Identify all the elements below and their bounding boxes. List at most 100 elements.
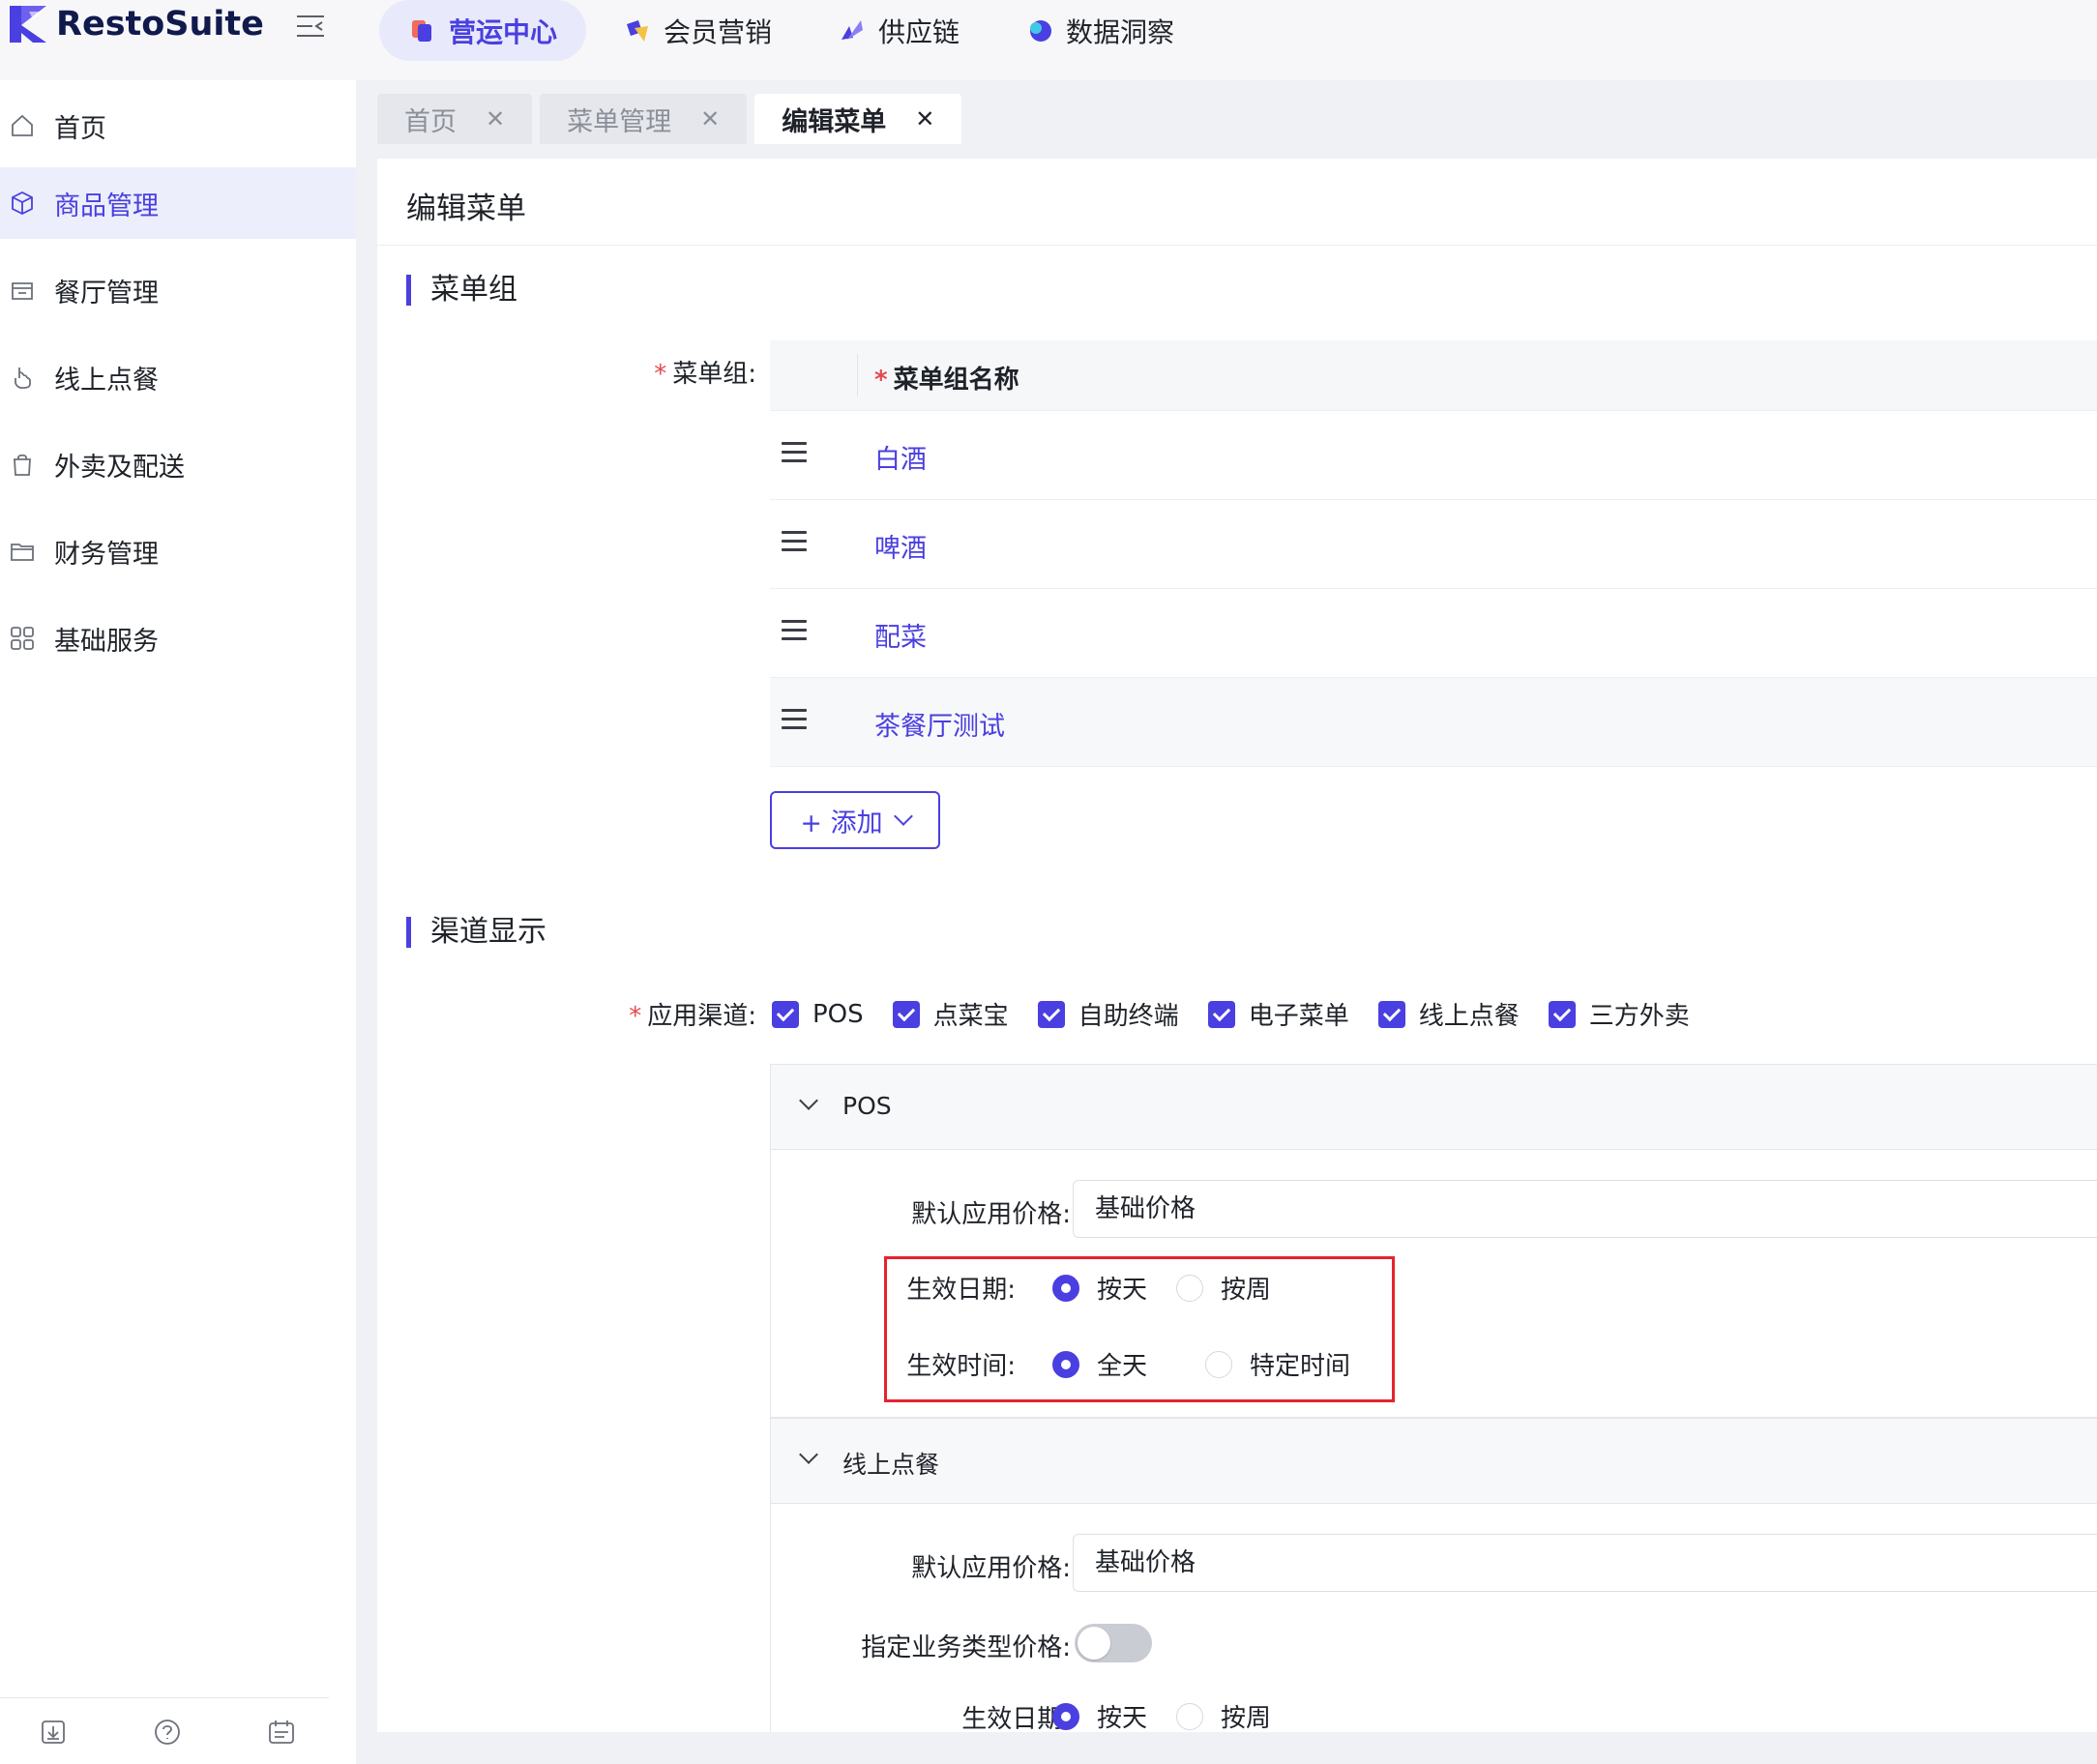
channel-checkbox-third-party[interactable]: 三方外卖 — [1548, 996, 1690, 1032]
add-button-label: + 添加 — [800, 808, 883, 838]
top-nav-member-marketing[interactable]: 会员营销 — [594, 0, 801, 61]
drag-handle-icon[interactable] — [782, 709, 807, 730]
tab-menu-management[interactable]: 菜单管理 ✕ — [540, 94, 748, 144]
radio-selected-icon[interactable] — [1052, 1702, 1079, 1730]
checkbox-label: 自助终端 — [1078, 1002, 1179, 1031]
default-price-label: 默认应用价格: — [911, 1554, 1071, 1583]
close-icon[interactable]: ✕ — [486, 105, 505, 132]
section-title-menu-group: 菜单组 — [406, 275, 517, 306]
table-row[interactable]: 啤酒 — [770, 500, 2097, 589]
menu-group-label: * 菜单组: — [648, 354, 756, 390]
top-nav-ops-center[interactable]: 营运中心 — [379, 0, 587, 61]
supply-chain-icon — [842, 19, 864, 40]
download-icon[interactable] — [39, 1718, 68, 1747]
panel-title: 线上点餐 — [842, 1451, 940, 1479]
channel-label-text: 应用渠道: — [647, 1002, 756, 1031]
top-nav: 营运中心 会员营销 供应链 数据洞察 — [379, 0, 1211, 61]
drag-handle-icon[interactable] — [782, 620, 807, 641]
sidebar-item-delivery[interactable]: 外卖及配送 — [0, 428, 356, 500]
tab-label: 编辑菜单 — [782, 106, 887, 137]
channel-checkbox-pos[interactable]: POS — [772, 1000, 864, 1029]
table-row[interactable]: 配菜 — [770, 589, 2097, 678]
tab-edit-menu[interactable]: 编辑菜单 ✕ — [754, 94, 962, 144]
checkbox-checked-icon[interactable] — [1037, 1000, 1065, 1028]
panel-title: POS — [842, 1092, 892, 1120]
menu-group-label-text: 菜单组: — [672, 360, 756, 389]
radio-label: 按周 — [1221, 1704, 1272, 1733]
menu-group-link[interactable]: 白酒 — [874, 438, 927, 476]
bag-icon — [14, 454, 31, 476]
sidebar-item-product-management[interactable]: 商品管理 — [0, 167, 356, 239]
sidebar-item-label: 财务管理 — [54, 539, 159, 570]
tab-home[interactable]: 首页 ✕ — [377, 94, 533, 144]
sidebar-footer — [0, 1697, 329, 1764]
table-header: * 菜单组名称 — [770, 340, 2097, 411]
sidebar-collapse-icon[interactable] — [295, 14, 326, 39]
channel-checkbox-kiosk[interactable]: 自助终端 — [1037, 996, 1179, 1032]
checkbox-checked-icon[interactable] — [1377, 1000, 1405, 1028]
checkbox-checked-icon[interactable] — [772, 1000, 799, 1028]
channel-checkbox-online[interactable]: 线上点餐 — [1377, 996, 1520, 1032]
table-row[interactable]: 茶餐厅测试 — [770, 678, 2097, 767]
column-header: * 菜单组名称 — [874, 360, 1019, 396]
radio-by-day[interactable]: 按天 — [1052, 1698, 1147, 1734]
pos-panel-header[interactable]: POS — [771, 1065, 2097, 1150]
tap-icon — [15, 368, 31, 389]
required-mark: * — [874, 366, 888, 395]
top-nav-data-insight[interactable]: 数据洞察 — [996, 0, 1203, 61]
tab-label: 首页 — [404, 106, 457, 137]
top-nav-label: 会员营销 — [664, 15, 773, 48]
drag-handle-icon[interactable] — [782, 531, 807, 552]
top-nav-label: 供应链 — [878, 15, 960, 48]
menu-group-link[interactable]: 啤酒 — [874, 527, 927, 565]
effective-date-label: 生效日期: — [961, 1705, 1071, 1734]
online-ordering-collapse-panel: 线上点餐 默认应用价格: 基础价格 指定业务类型价格: 生效日期: — [770, 1418, 2097, 1734]
chevron-down-icon — [893, 807, 913, 826]
radio-unselected-icon[interactable] — [1176, 1702, 1203, 1730]
table-row[interactable]: 白酒 — [770, 411, 2097, 500]
sidebar-item-home[interactable]: 首页 — [0, 90, 356, 162]
ops-center-icon — [412, 19, 431, 42]
section-title-channel: 渠道显示 — [406, 917, 546, 948]
top-nav-supply-chain[interactable]: 供应链 — [809, 0, 989, 61]
menu-group-link[interactable]: 配菜 — [874, 616, 927, 654]
brand-logo[interactable]: RestoSuite — [8, 4, 264, 44]
radio-label: 按天 — [1097, 1704, 1148, 1733]
chevron-down-icon[interactable] — [799, 1445, 818, 1464]
sidebar-item-finance[interactable]: 财务管理 — [0, 515, 356, 587]
checkbox-label: 点菜宝 — [932, 1002, 1009, 1031]
checkbox-checked-icon[interactable] — [1207, 1000, 1235, 1028]
default-price-select[interactable]: 基础价格 — [1073, 1534, 2097, 1592]
default-price-select[interactable]: 基础价格 — [1073, 1180, 2097, 1238]
sidebar-item-label: 首页 — [54, 113, 106, 144]
checkbox-checked-icon[interactable] — [1548, 1000, 1576, 1028]
sidebar-item-restaurant-management[interactable]: 餐厅管理 — [0, 254, 356, 326]
checkbox-checked-icon[interactable] — [892, 1000, 920, 1028]
channel-checkbox-diancaibao[interactable]: 点菜宝 — [892, 996, 1009, 1032]
channel-checkbox-emenu[interactable]: 电子菜单 — [1207, 996, 1349, 1032]
store-icon — [12, 282, 33, 300]
box-icon — [12, 191, 33, 216]
menu-group-link[interactable]: 茶餐厅测试 — [874, 705, 1005, 743]
page-title: 编辑菜单 — [406, 191, 526, 226]
sidebar-item-label: 线上点餐 — [54, 365, 159, 396]
header-separator — [857, 354, 858, 397]
business-type-price-toggle[interactable] — [1075, 1624, 1152, 1662]
radio-by-week[interactable]: 按周 — [1176, 1698, 1271, 1734]
help-icon[interactable] — [153, 1718, 182, 1747]
online-panel-header[interactable]: 线上点餐 — [771, 1419, 2097, 1504]
sidebar-item-label: 外卖及配送 — [54, 452, 185, 483]
add-menu-group-button[interactable]: + 添加 — [770, 791, 940, 849]
close-icon[interactable]: ✕ — [700, 105, 720, 132]
calendar-icon[interactable] — [267, 1718, 296, 1747]
drag-handle-icon[interactable] — [782, 442, 807, 463]
folder-icon — [11, 544, 34, 561]
column-header-text: 菜单组名称 — [893, 366, 1019, 395]
required-mark: * — [629, 1002, 642, 1031]
close-icon[interactable]: ✕ — [915, 105, 934, 132]
chevron-down-icon[interactable] — [799, 1091, 818, 1110]
sidebar-item-basic-services[interactable]: 基础服务 — [0, 603, 356, 674]
sidebar-item-online-ordering[interactable]: 线上点餐 — [0, 341, 356, 413]
top-nav-label: 营运中心 — [449, 15, 558, 48]
sidebar-item-label: 商品管理 — [54, 191, 159, 221]
